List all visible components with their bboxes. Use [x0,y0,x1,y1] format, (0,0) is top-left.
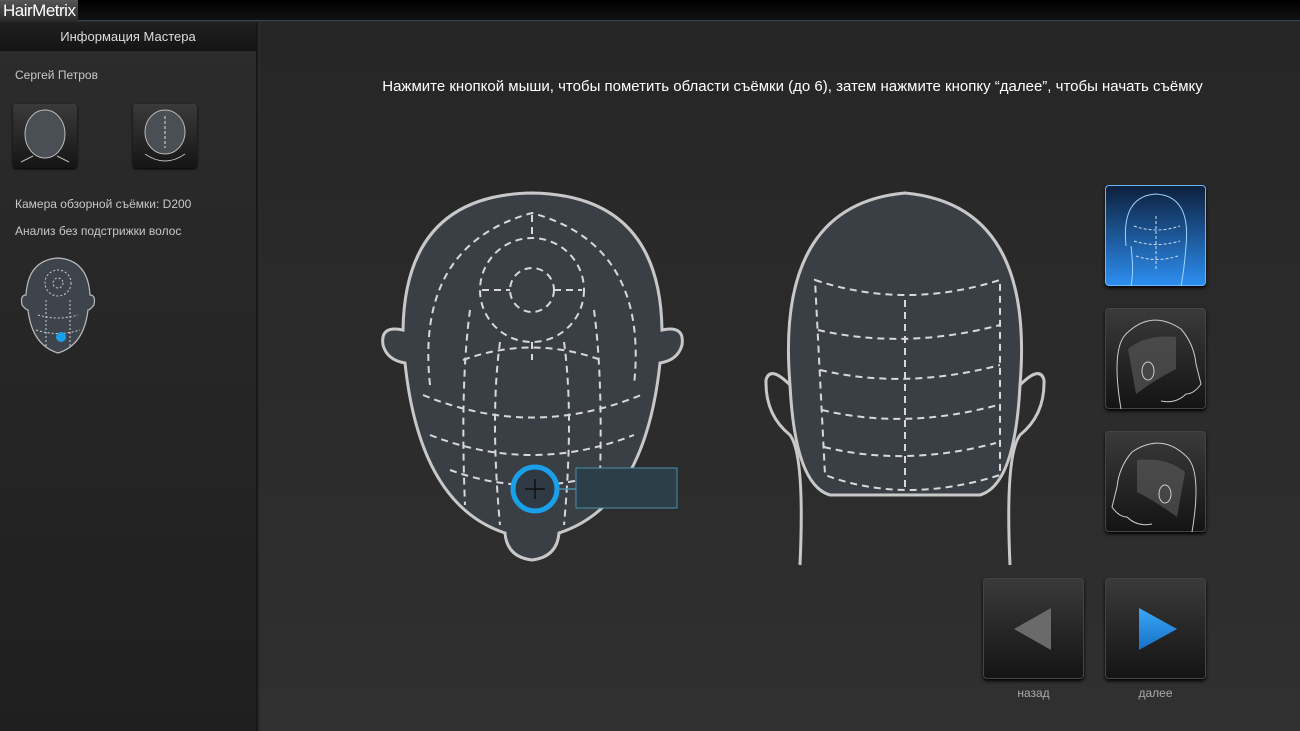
arrow-right-icon [1106,579,1207,680]
back-head-map[interactable] [760,185,1060,570]
next-label: далее [1105,686,1206,700]
view-left-side-button[interactable] [1105,431,1206,532]
back-label: назад [983,686,1084,700]
top-view-thumbnail[interactable] [13,104,77,168]
head-left-profile-icon [1106,432,1207,533]
app-logo: HairMetrix [0,0,78,21]
head-back-view-icon [1106,186,1207,287]
view-back-button[interactable] [1105,185,1206,286]
back-view-thumbnail[interactable] [133,104,197,168]
head-back-icon [133,104,197,168]
client-name: Сергей Петров [15,68,98,82]
arrow-left-icon [984,579,1085,680]
sidebar-header: Информация Мастера [0,22,256,51]
head-top-icon [13,104,77,168]
mini-head-map [18,255,108,360]
back-button[interactable] [983,578,1084,679]
next-button[interactable] [1105,578,1206,679]
top-head-map[interactable] [375,185,695,565]
sidebar: Информация Мастера Сергей Петров Камера … [0,22,258,731]
head-right-profile-icon [1106,309,1207,410]
camera-info: Камера обзорной съёмки: D200 [15,197,191,211]
view-right-side-button[interactable] [1105,308,1206,409]
instruction-text: Нажмите кнопкой мыши, чтобы пометить обл… [260,78,1300,95]
analysis-mode: Анализ без подстрижки волос [15,224,181,238]
marker-label-box [576,468,677,508]
title-bar: HairMetrix [0,0,1300,21]
